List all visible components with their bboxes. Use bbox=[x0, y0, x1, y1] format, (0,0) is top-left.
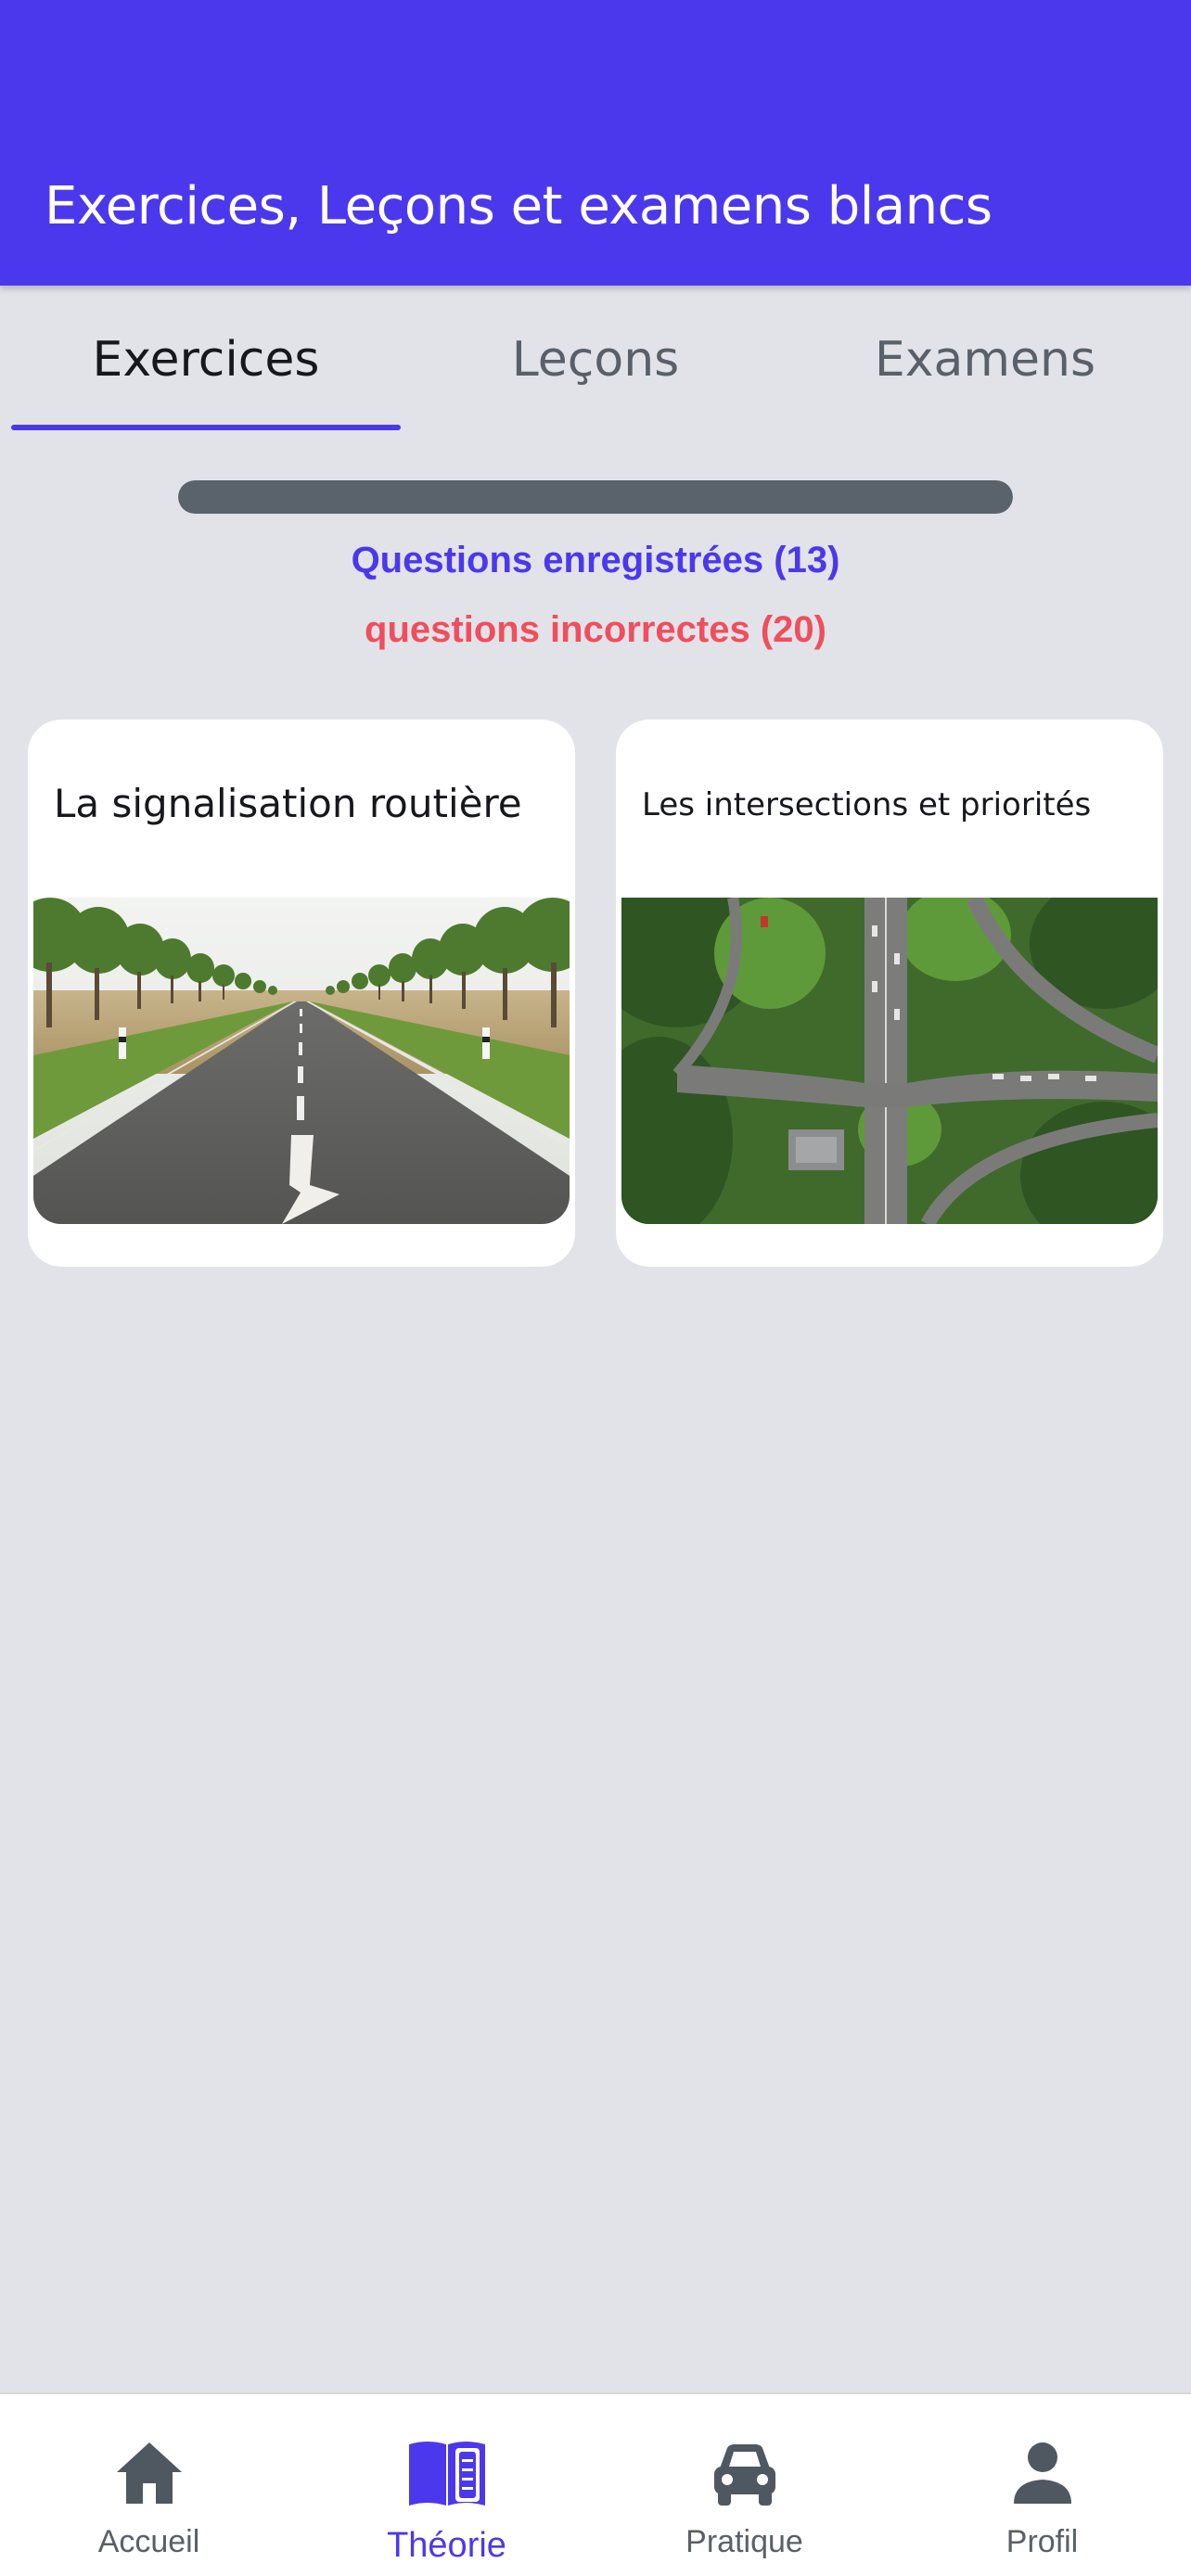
category-card-intersections[interactable]: Les intersections et priorités bbox=[616, 720, 1163, 1267]
nav-label: Accueil bbox=[97, 2524, 200, 2559]
nav-accueil[interactable]: Accueil bbox=[0, 2394, 298, 2576]
app-bar: Exercices, Leçons et examens blancs bbox=[0, 0, 1191, 286]
person-icon bbox=[1013, 2442, 1071, 2504]
nav-theorie[interactable]: Théorie bbox=[298, 2394, 596, 2576]
card-title: La signalisation routière bbox=[54, 781, 522, 826]
home-icon bbox=[116, 2442, 182, 2504]
saved-questions-link[interactable]: Questions enregistrées (13) bbox=[0, 540, 1191, 581]
intersection-aerial-photo bbox=[621, 898, 1158, 1224]
nav-label: Profil bbox=[1005, 2524, 1079, 2559]
page-title: Exercices, Leçons et examens blancs bbox=[45, 176, 992, 236]
progress-bar-fill bbox=[178, 480, 1013, 514]
tab-exercices[interactable]: Exercices bbox=[11, 287, 401, 432]
tab-lecons[interactable]: Leçons bbox=[401, 287, 790, 432]
road-photo bbox=[33, 898, 570, 1224]
card-title: Les intersections et priorités bbox=[642, 786, 1092, 823]
active-tab-indicator bbox=[11, 425, 401, 430]
tab-bar: Exercices Leçons Examens bbox=[0, 287, 1191, 432]
category-card-signalisation[interactable]: La signalisation routière bbox=[28, 720, 575, 1267]
nav-profil[interactable]: Profil bbox=[893, 2394, 1191, 2576]
nav-pratique[interactable]: Pratique bbox=[596, 2394, 893, 2576]
book-icon bbox=[408, 2442, 485, 2506]
nav-label: Pratique bbox=[685, 2524, 803, 2559]
app-screen: Exercices, Leçons et examens blancs Exer… bbox=[0, 0, 1191, 2576]
progress-bar bbox=[178, 480, 1013, 514]
bottom-navigation: Accueil Théorie Pratique Profil bbox=[0, 2392, 1191, 2576]
car-icon bbox=[713, 2444, 775, 2506]
nav-label: Théorie bbox=[387, 2526, 506, 2565]
incorrect-questions-link[interactable]: questions incorrectes (20) bbox=[0, 609, 1191, 651]
tab-examens[interactable]: Examens bbox=[790, 287, 1180, 432]
